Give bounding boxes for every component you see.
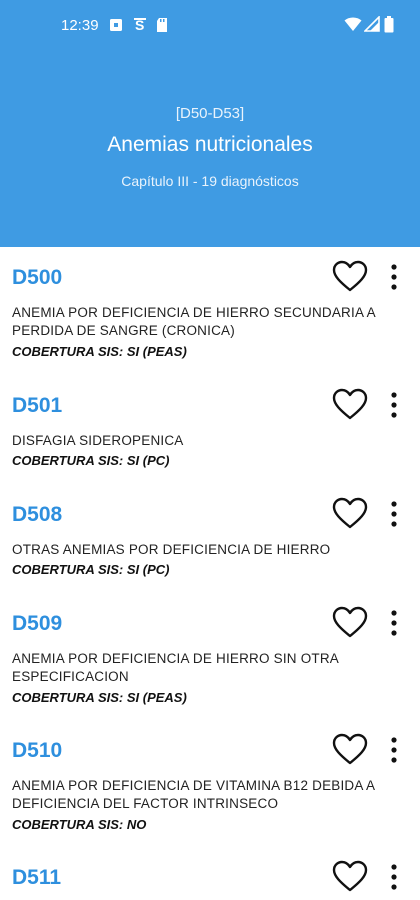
diagnosis-code: D509 xyxy=(12,612,63,635)
app-header: 12:39 S [D50-D53] Anemias nutricionales xyxy=(0,0,420,247)
diagnosis-description: ANEMIA POR DEFICIENCIA DE HIERRO SECUNDA… xyxy=(12,305,376,338)
battery-icon xyxy=(384,16,394,33)
diagnosis-description: ANEMIA POR DEFICIENCIA DE HIERRO SIN OTR… xyxy=(12,651,339,684)
favorite-heart-icon[interactable] xyxy=(332,260,368,294)
page-subtitle: Capítulo III - 19 diagnósticos xyxy=(121,173,299,189)
coverage-label: COBERTURA SIS: SI (PC) xyxy=(12,562,170,577)
favorite-heart-icon[interactable] xyxy=(332,733,368,767)
more-options-icon[interactable] xyxy=(384,860,404,894)
diagnosis-description: OTRAS ANEMIAS POR DEFICIENCIA DE HIERRO xyxy=(12,542,331,557)
more-options-icon[interactable] xyxy=(384,388,404,422)
coverage-label: COBERTURA SIS: SI (PEAS) xyxy=(12,690,187,705)
signal-icon xyxy=(364,16,380,32)
more-options-icon[interactable] xyxy=(384,497,404,531)
chapter-range: [D50-D53] xyxy=(175,105,245,122)
diagnosis-code: D508 xyxy=(12,503,63,526)
diagnosis-code: D510 xyxy=(12,739,63,762)
more-options-icon[interactable] xyxy=(384,733,404,767)
coverage-label: COBERTURA SIS: SI (PEAS) xyxy=(12,344,187,359)
status-time: 12:39 xyxy=(61,17,99,34)
s-app-icon: S xyxy=(134,17,146,33)
sd-card-icon xyxy=(157,18,167,32)
wifi-icon xyxy=(344,17,362,31)
diagnosis-code: D500 xyxy=(12,266,63,289)
status-bar: 12:39 S xyxy=(0,0,420,52)
notification-square-icon xyxy=(110,19,122,31)
favorite-heart-icon[interactable] xyxy=(332,497,368,531)
coverage-label: COBERTURA SIS: SI (PC) xyxy=(12,453,170,468)
coverage-label: COBERTURA SIS: NO xyxy=(12,817,147,832)
page-title: Anemias nutricionales xyxy=(107,133,313,156)
diagnosis-code: D501 xyxy=(12,394,63,417)
favorite-heart-icon[interactable] xyxy=(332,860,368,894)
diagnosis-description: ANEMIA POR DEFICIENCIA DE VITAMINA B12 D… xyxy=(12,778,375,811)
more-options-icon[interactable] xyxy=(384,606,404,640)
more-options-icon[interactable] xyxy=(384,260,404,294)
favorite-heart-icon[interactable] xyxy=(332,606,368,640)
diagnosis-code: D511 xyxy=(12,866,62,889)
diagnosis-description: DISFAGIA SIDEROPENICA xyxy=(12,433,184,448)
favorite-heart-icon[interactable] xyxy=(332,388,368,422)
